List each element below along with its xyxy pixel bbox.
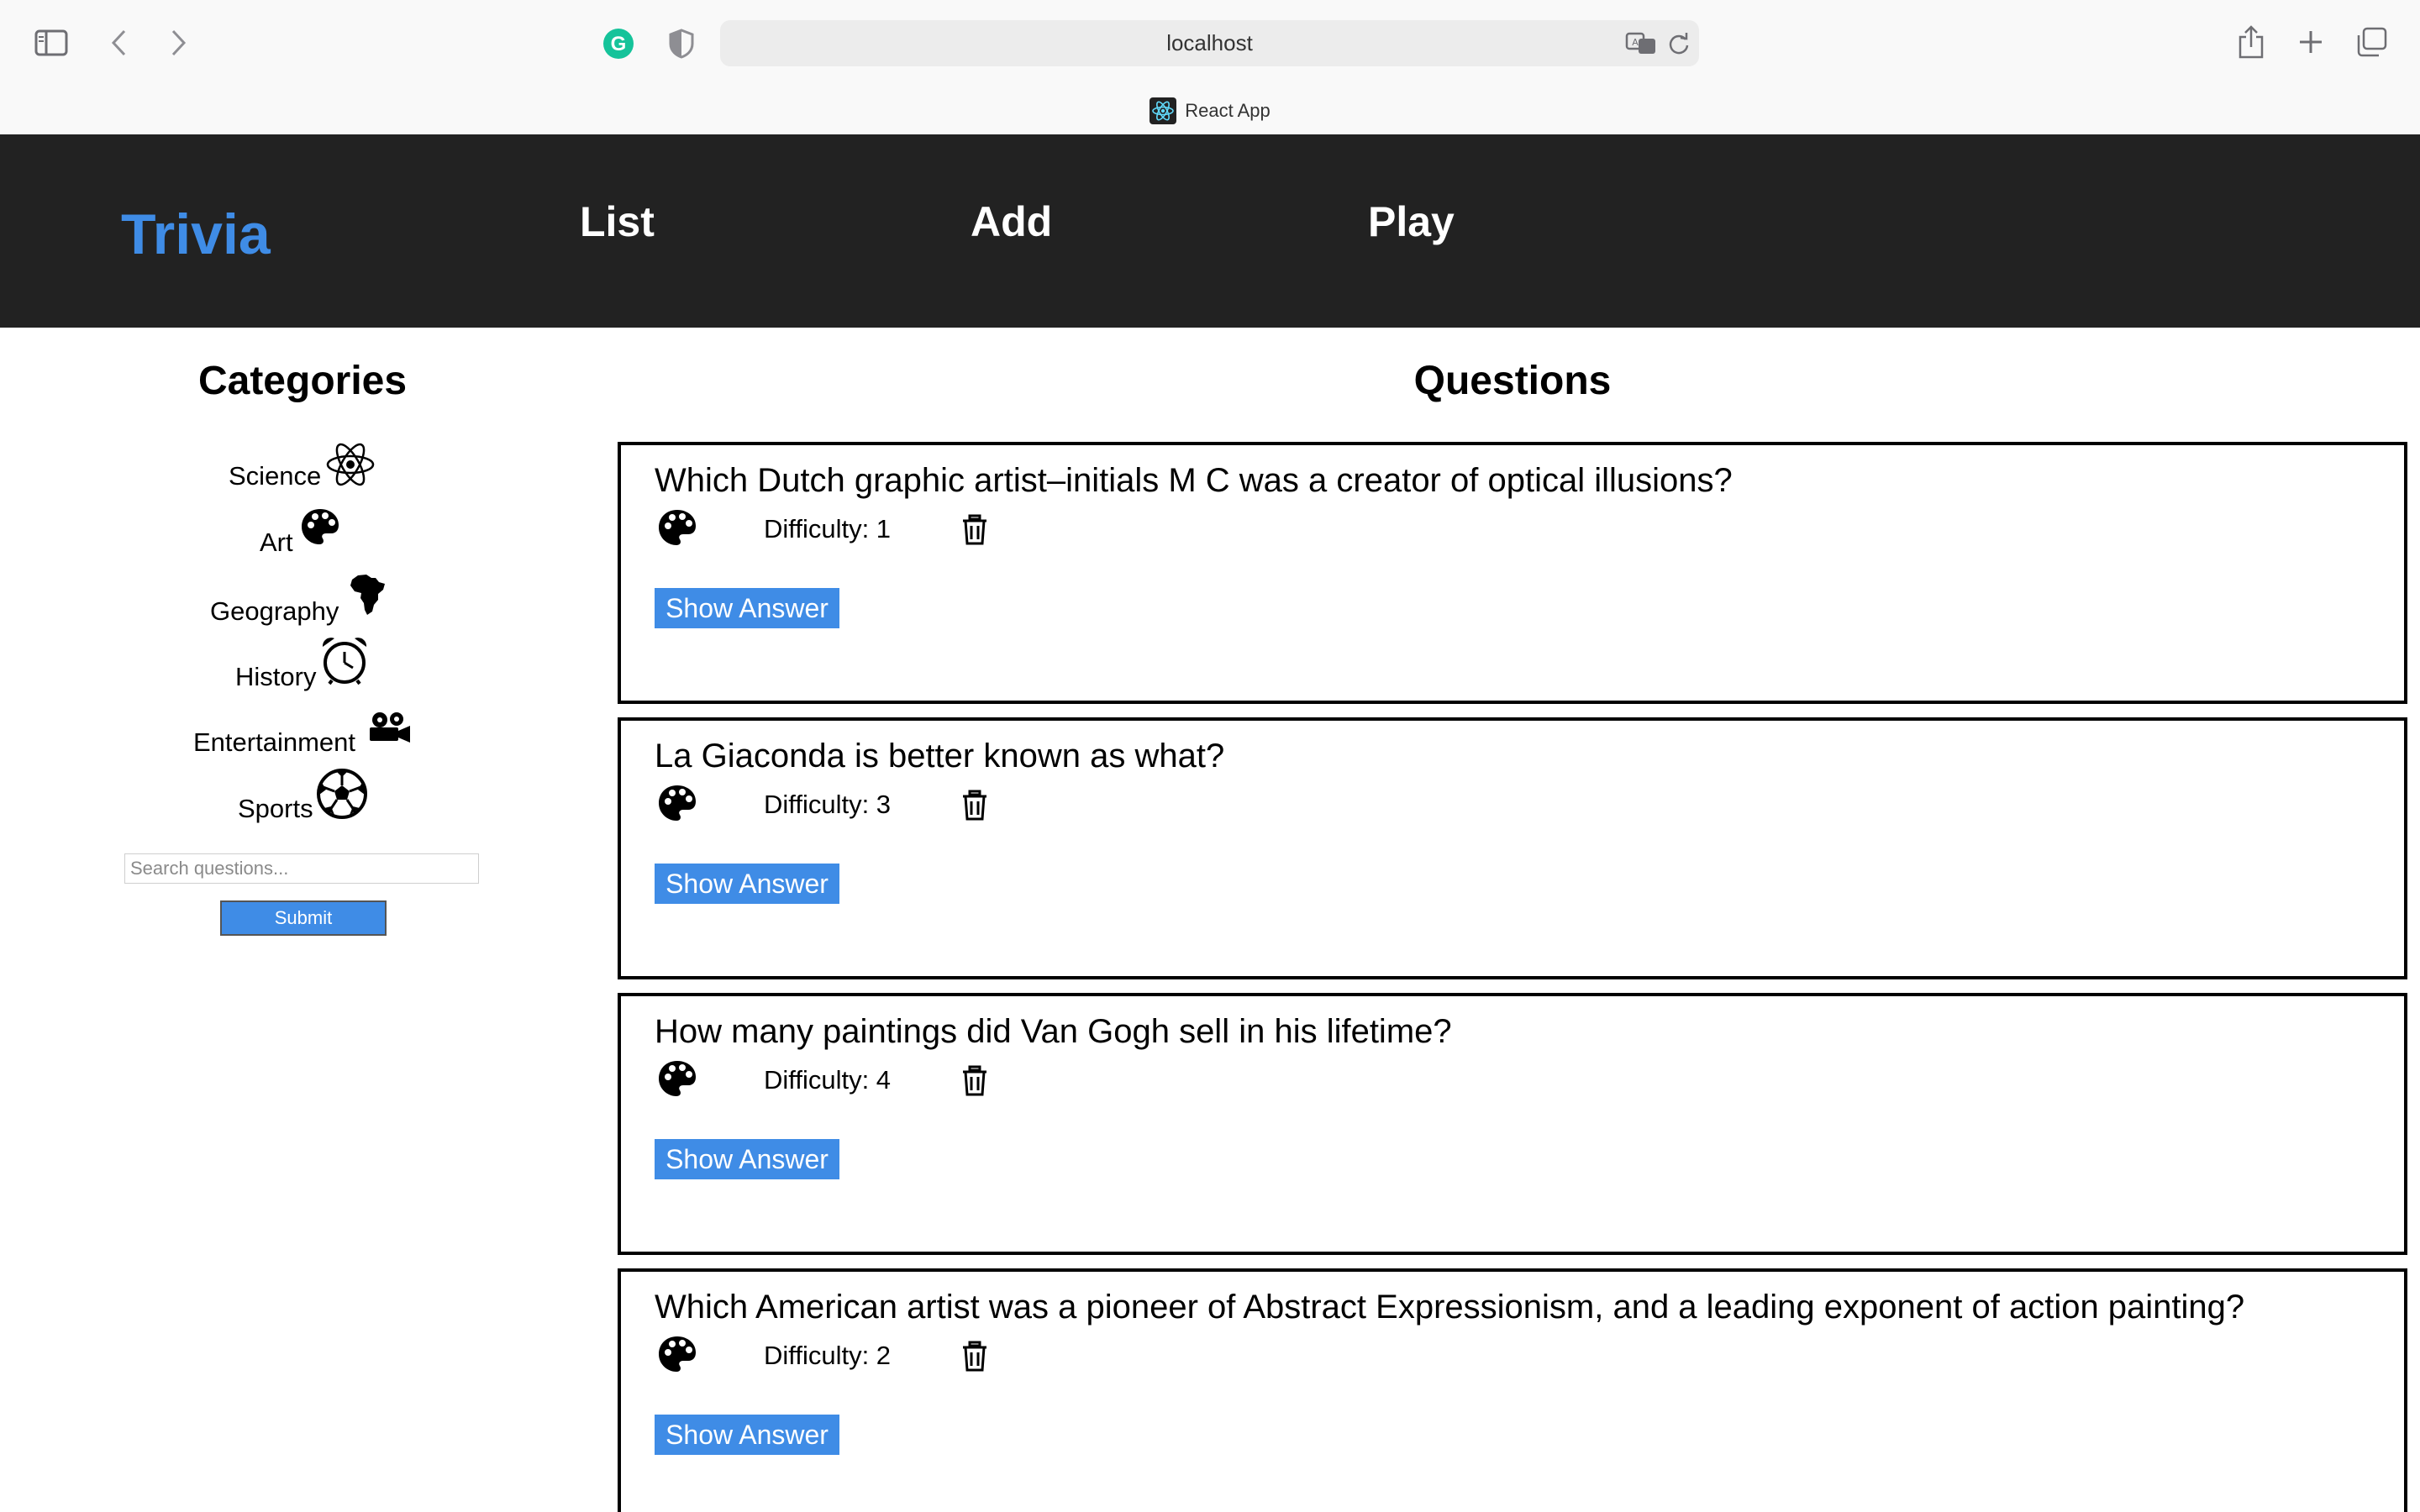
shield-icon[interactable]: [667, 27, 696, 60]
palette-icon: [656, 783, 698, 825]
question-card: La Giaconda is better known as what? Dif…: [618, 717, 2407, 979]
nav-play[interactable]: Play: [1368, 197, 1455, 246]
delete-icon[interactable]: [960, 790, 989, 822]
difficulty-label: Difficulty: 3: [764, 790, 892, 819]
sidebar-icon[interactable]: [34, 29, 69, 57]
grammarly-icon[interactable]: G: [602, 27, 635, 60]
brand-logo[interactable]: Trivia: [121, 202, 271, 267]
browser-chrome: G localhost A React App: [0, 0, 2420, 134]
address-bar[interactable]: localhost A: [720, 20, 1699, 66]
categories-title: Categories: [197, 359, 408, 403]
category-history[interactable]: History: [235, 662, 316, 692]
delete-icon[interactable]: [960, 1341, 989, 1373]
forward-icon[interactable]: [166, 27, 192, 59]
question-card: How many paintings did Van Gogh sell in …: [618, 993, 2407, 1255]
delete-icon[interactable]: [960, 1065, 989, 1097]
new-tab-icon[interactable]: [2296, 25, 2326, 59]
palette-icon: [656, 507, 698, 549]
show-answer-button[interactable]: Show Answer: [655, 1139, 839, 1179]
nav-add[interactable]: Add: [971, 197, 1052, 246]
active-tab[interactable]: React App: [0, 97, 2420, 126]
react-logo-icon: [1150, 97, 1177, 124]
question-text: Which American artist was a pioneer of A…: [655, 1289, 2245, 1326]
share-icon[interactable]: [2235, 24, 2267, 60]
back-icon[interactable]: [106, 27, 131, 59]
category-art[interactable]: Art: [260, 528, 293, 558]
difficulty-label: Difficulty: 1: [764, 514, 892, 543]
svg-text:G: G: [611, 33, 627, 55]
submit-button[interactable]: Submit: [220, 900, 387, 936]
africa-icon[interactable]: [348, 573, 387, 621]
difficulty-label: Difficulty: 4: [764, 1065, 892, 1095]
question-text: Which Dutch graphic artist–initials M C …: [655, 462, 1733, 499]
tab-title: React App: [1185, 100, 1270, 121]
atom-icon[interactable]: [324, 438, 376, 495]
palette-icon: [656, 1334, 698, 1376]
app-header: Trivia List Add Play: [0, 134, 2420, 328]
category-geography[interactable]: Geography: [210, 596, 339, 627]
question-card: Which Dutch graphic artist–initials M C …: [618, 442, 2407, 704]
difficulty-label: Difficulty: 2: [764, 1341, 892, 1370]
category-sports[interactable]: Sports: [238, 794, 313, 824]
soccer-ball-icon[interactable]: [316, 768, 368, 824]
questions-title: Questions: [1413, 359, 1612, 403]
tabs-overview-icon[interactable]: [2354, 25, 2388, 59]
translate-icon[interactable]: A: [1624, 30, 1658, 57]
category-entertainment[interactable]: Entertainment: [193, 727, 355, 758]
question-text: How many paintings did Van Gogh sell in …: [655, 1013, 1452, 1050]
delete-icon[interactable]: [960, 514, 989, 546]
palette-icon: [656, 1058, 698, 1100]
search-input[interactable]: [124, 853, 479, 884]
url-text: localhost: [1166, 30, 1253, 55]
question-card: Which American artist was a pioneer of A…: [618, 1268, 2407, 1512]
film-projector-icon[interactable]: [366, 711, 412, 748]
question-text: La Giaconda is better known as what?: [655, 738, 1225, 774]
show-answer-button[interactable]: Show Answer: [655, 1415, 839, 1455]
svg-text:A: A: [1632, 37, 1639, 48]
palette-icon[interactable]: [299, 507, 341, 551]
alarm-clock-icon[interactable]: [319, 635, 370, 690]
nav-list[interactable]: List: [580, 197, 655, 246]
show-answer-button[interactable]: Show Answer: [655, 864, 839, 904]
reload-icon[interactable]: [1666, 30, 1691, 57]
category-science[interactable]: Science: [229, 461, 321, 491]
show-answer-button[interactable]: Show Answer: [655, 588, 839, 628]
